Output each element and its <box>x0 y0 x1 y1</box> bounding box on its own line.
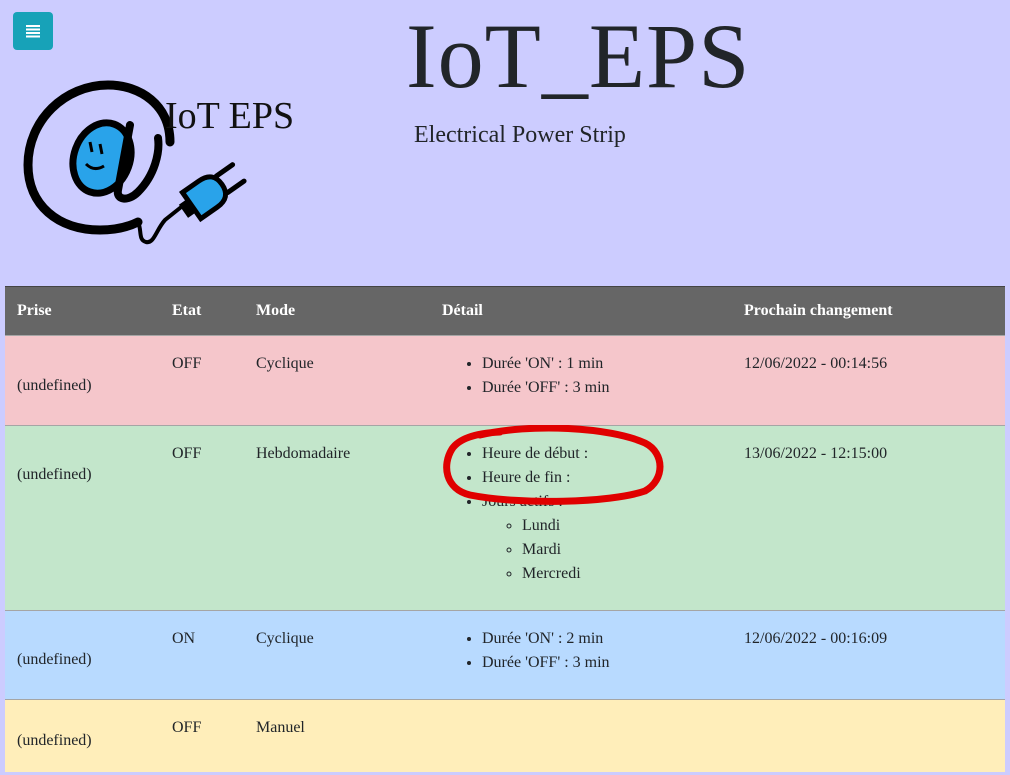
cell-prochain: 12/06/2022 - 00:16:09 <box>732 610 1005 700</box>
detail-item: Jours actifs : Lundi Mardi Mercredi <box>482 490 720 586</box>
detail-item-label: Jours actifs : <box>482 493 563 510</box>
table-row[interactable]: (undefined) OFF Cyclique Durée 'ON' : 1 … <box>5 335 1005 426</box>
detail-list: Heure de début : Heure de fin : Jours ac… <box>442 442 720 586</box>
detail-item: Heure de fin : <box>482 466 720 490</box>
cell-prochain: 12/06/2022 - 00:14:56 <box>732 335 1005 426</box>
hamburger-menu-icon <box>26 25 40 38</box>
cell-etat: ON <box>160 610 244 700</box>
cell-prochain: 13/06/2022 - 12:15:00 <box>732 425 1005 611</box>
cell-prise: (undefined) <box>5 610 160 700</box>
column-header-mode: Mode <box>244 286 430 336</box>
detail-list: Durée 'ON' : 2 min Durée 'OFF' : 3 min <box>442 627 720 675</box>
menu-toggle-button[interactable] <box>13 12 53 50</box>
column-header-etat: Etat <box>160 286 244 336</box>
detail-item: Durée 'ON' : 1 min <box>482 352 720 376</box>
detail-item: Heure de début : <box>482 442 720 466</box>
page-title: IoT_EPS <box>406 5 751 107</box>
cell-mode: Cyclique <box>244 335 430 426</box>
column-header-prise: Prise <box>5 286 160 336</box>
detail-item: Durée 'OFF' : 3 min <box>482 651 720 675</box>
table-row[interactable]: (undefined) OFF Hebdomadaire Heure de dé… <box>5 425 1005 611</box>
cell-mode: Hebdomadaire <box>244 425 430 611</box>
cell-etat: OFF <box>160 335 244 426</box>
table-header-row: Prise Etat Mode Détail Prochain changeme… <box>5 286 1005 336</box>
detail-list: Durée 'ON' : 1 min Durée 'OFF' : 3 min <box>442 352 720 400</box>
outlets-table: Prise Etat Mode Détail Prochain changeme… <box>5 286 1005 772</box>
cell-detail: Durée 'ON' : 2 min Durée 'OFF' : 3 min <box>430 610 732 700</box>
cell-prochain <box>732 699 1005 772</box>
cell-mode: Manuel <box>244 699 430 772</box>
cell-detail: Durée 'ON' : 1 min Durée 'OFF' : 3 min <box>430 335 732 426</box>
cell-detail <box>430 699 732 772</box>
cell-prise: (undefined) <box>5 699 160 772</box>
page-subtitle: Electrical Power Strip <box>414 122 626 148</box>
cell-mode: Cyclique <box>244 610 430 700</box>
table-row[interactable]: (undefined) OFF Manuel <box>5 699 1005 772</box>
detail-item: Durée 'ON' : 2 min <box>482 627 720 651</box>
cell-etat: OFF <box>160 699 244 772</box>
cell-detail: Heure de début : Heure de fin : Jours ac… <box>430 425 732 611</box>
logo-text: IoT EPS <box>165 95 295 137</box>
column-header-prochain: Prochain changement <box>732 286 1005 336</box>
day-item: Mardi <box>522 538 720 562</box>
table-row[interactable]: (undefined) ON Cyclique Durée 'ON' : 2 m… <box>5 610 1005 700</box>
page: IoT EPS IoT_EPS Electrical Power Strip P… <box>0 0 1010 775</box>
column-header-detail: Détail <box>430 286 732 336</box>
cell-prise: (undefined) <box>5 425 160 611</box>
day-item: Lundi <box>522 514 720 538</box>
days-list: Lundi Mardi Mercredi <box>482 514 720 586</box>
cell-etat: OFF <box>160 425 244 611</box>
day-item: Mercredi <box>522 562 720 586</box>
detail-item: Durée 'OFF' : 3 min <box>482 376 720 400</box>
cell-prise: (undefined) <box>5 335 160 426</box>
